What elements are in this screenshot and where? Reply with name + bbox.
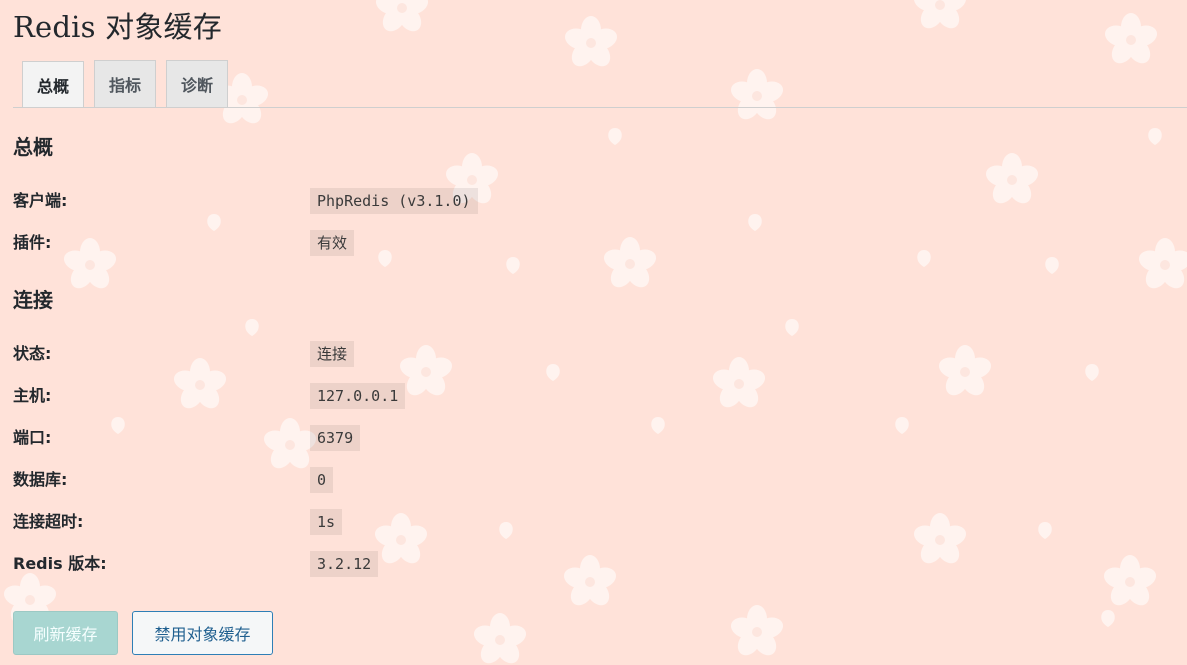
database-label: 数据库: bbox=[13, 470, 68, 489]
client-value: PhpRedis (v3.1.0) bbox=[310, 188, 478, 214]
host-label: 主机: bbox=[13, 386, 52, 405]
tab-diagnostics[interactable]: 诊断 bbox=[166, 60, 229, 107]
flush-cache-button[interactable]: 刷新缓存 bbox=[13, 611, 118, 655]
port-row: 端口: 6379 bbox=[13, 425, 1113, 451]
host-row: 主机: 127.0.0.1 bbox=[13, 383, 1113, 409]
page-title: Redis 对象缓存 bbox=[13, 10, 222, 44]
tab-divider bbox=[13, 107, 1187, 108]
database-value: 0 bbox=[310, 467, 334, 493]
client-row: 客户端: PhpRedis (v3.1.0) bbox=[13, 188, 1113, 214]
status-row: 状态: 连接 bbox=[13, 341, 1113, 367]
database-row: 数据库: 0 bbox=[13, 467, 1113, 493]
timeout-label: 连接超时: bbox=[13, 512, 84, 531]
status-value: 连接 bbox=[310, 341, 355, 367]
overview-heading: 总概 bbox=[13, 135, 53, 159]
port-label: 端口: bbox=[13, 428, 52, 447]
host-value: 127.0.0.1 bbox=[310, 383, 406, 409]
disable-object-cache-button[interactable]: 禁用对象缓存 bbox=[132, 611, 273, 655]
plugin-row: 插件: 有效 bbox=[13, 230, 1113, 256]
tab-bar: 总概 指标 诊断 bbox=[22, 60, 229, 108]
status-label: 状态: bbox=[13, 344, 52, 363]
plugin-label: 插件: bbox=[13, 233, 52, 252]
tab-overview[interactable]: 总概 bbox=[22, 61, 85, 108]
redis-object-cache-page: Redis 对象缓存 总概 指标 诊断 总概 客户端: PhpRedis (v3… bbox=[0, 0, 1187, 665]
client-label: 客户端: bbox=[13, 191, 68, 210]
connection-heading: 连接 bbox=[13, 288, 53, 312]
tab-metrics[interactable]: 指标 bbox=[94, 60, 157, 107]
timeout-row: 连接超时: 1s bbox=[13, 509, 1113, 535]
redis-version-row: Redis 版本: 3.2.12 bbox=[13, 551, 1113, 577]
redis-version-label: Redis 版本: bbox=[13, 554, 107, 573]
plugin-value: 有效 bbox=[310, 230, 355, 256]
redis-version-value: 3.2.12 bbox=[310, 551, 379, 577]
timeout-value: 1s bbox=[310, 509, 343, 535]
port-value: 6379 bbox=[310, 425, 361, 451]
